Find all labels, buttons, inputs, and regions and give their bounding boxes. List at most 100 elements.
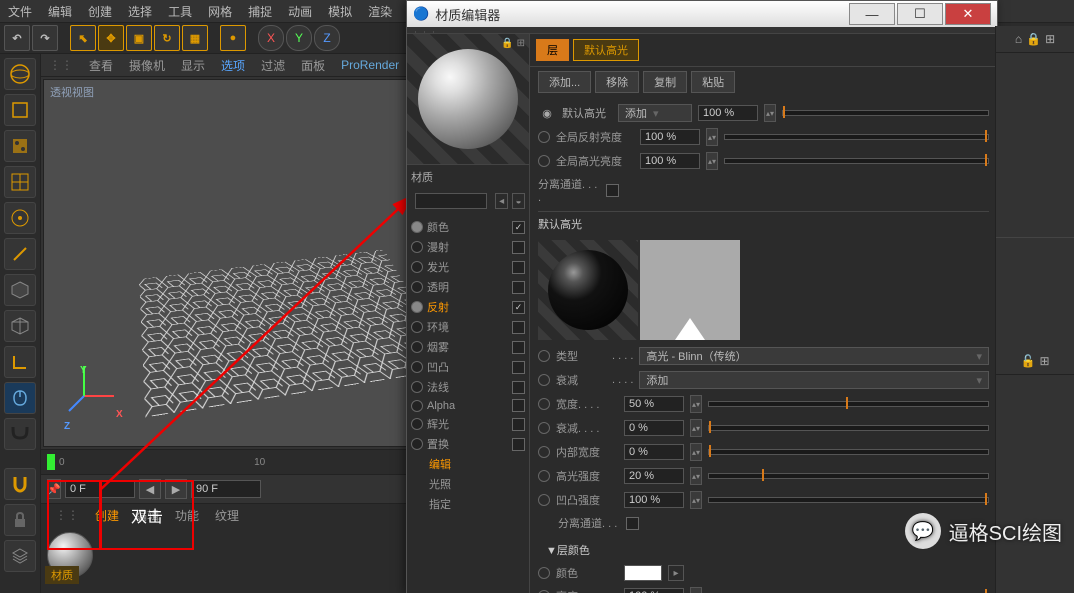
- action-paste[interactable]: 粘贴: [691, 71, 735, 93]
- channel-radio[interactable]: [411, 221, 423, 233]
- menu-select[interactable]: 选择: [120, 3, 160, 20]
- cube-wire-icon[interactable]: [4, 310, 36, 342]
- edge-icon[interactable]: [4, 238, 36, 270]
- cube-solid-icon[interactable]: [4, 274, 36, 306]
- material-preview[interactable]: 🔒 ⊞: [407, 34, 529, 165]
- channel-透明[interactable]: 透明: [407, 277, 529, 297]
- channel-checkbox[interactable]: [512, 361, 525, 374]
- separate-channel-checkbox[interactable]: [606, 184, 619, 197]
- param-radio[interactable]: [538, 470, 550, 482]
- panel-lock-icon-2[interactable]: 🔓: [1020, 354, 1035, 368]
- channel-checkbox[interactable]: [512, 321, 525, 334]
- layer-opacity-input[interactable]: 100 %: [698, 105, 758, 121]
- view-prorender[interactable]: ProRender: [333, 58, 407, 72]
- spinner-icon[interactable]: ▴▾: [690, 395, 702, 413]
- view-options[interactable]: 选项: [213, 57, 253, 74]
- param-slider[interactable]: [708, 425, 989, 431]
- action-add[interactable]: 添加...: [538, 71, 591, 93]
- param-value-input[interactable]: 20 %: [624, 468, 684, 484]
- spinner-icon[interactable]: ▴▾: [690, 587, 702, 593]
- pivot-tool[interactable]: ●: [220, 25, 246, 51]
- channel-发光[interactable]: 发光: [407, 257, 529, 277]
- channel-radio[interactable]: [411, 241, 423, 253]
- magnet-icon[interactable]: [4, 468, 36, 500]
- panel-home-icon[interactable]: ⌂: [1015, 32, 1022, 46]
- param-radio[interactable]: [538, 446, 550, 458]
- channel-radio[interactable]: [411, 261, 423, 273]
- atten-select[interactable]: 添加▾: [639, 371, 989, 389]
- param-radio[interactable]: [538, 422, 550, 434]
- scale-tool[interactable]: ▣: [126, 25, 152, 51]
- param-value-input[interactable]: 100 %: [624, 492, 684, 508]
- channel-checkbox[interactable]: [512, 241, 525, 254]
- axis-x-toggle[interactable]: X: [258, 25, 284, 51]
- edit-link-光照[interactable]: 光照: [429, 476, 525, 492]
- separate-channel-checkbox-2[interactable]: [626, 517, 639, 530]
- global-value-input[interactable]: 100 %: [640, 153, 700, 169]
- redo-button[interactable]: ↷: [32, 25, 58, 51]
- mat-tab-tex[interactable]: 纹理: [207, 507, 247, 524]
- layer-opacity-slider[interactable]: [782, 110, 989, 116]
- panel-lock-icon[interactable]: 🔒: [1026, 32, 1041, 46]
- material-name-input[interactable]: [415, 193, 487, 209]
- param-radio[interactable]: [538, 494, 550, 506]
- channel-颜色[interactable]: 颜色✓: [407, 217, 529, 237]
- param-slider[interactable]: [708, 473, 989, 479]
- layer-row[interactable]: ◉ 默认高光 添加 ▾ 100 % ▴▾: [538, 101, 989, 125]
- global-radio[interactable]: [538, 131, 550, 143]
- channel-烟雾[interactable]: 烟雾: [407, 337, 529, 357]
- maximize-button[interactable]: ☐: [897, 3, 943, 25]
- channel-radio[interactable]: [411, 381, 423, 393]
- channel-置换[interactable]: 置换: [407, 434, 529, 454]
- axis-icon[interactable]: [4, 346, 36, 378]
- rotate-tool[interactable]: ↻: [154, 25, 180, 51]
- grid-icon[interactable]: [4, 166, 36, 198]
- menu-anim[interactable]: 动画: [280, 3, 320, 20]
- channel-radio[interactable]: [411, 361, 423, 373]
- select-tool[interactable]: ⬉: [70, 25, 96, 51]
- menu-edit[interactable]: 编辑: [40, 3, 80, 20]
- close-button[interactable]: ✕: [945, 3, 991, 25]
- spinner-icon[interactable]: ▴▾: [690, 443, 702, 461]
- end-frame-input[interactable]: [191, 480, 261, 498]
- channel-Alpha[interactable]: Alpha: [407, 397, 529, 414]
- param-value-input[interactable]: 50 %: [624, 396, 684, 412]
- channel-法线[interactable]: 法线: [407, 377, 529, 397]
- rect-tool[interactable]: ▦: [182, 25, 208, 51]
- axis-z-toggle[interactable]: Z: [314, 25, 340, 51]
- view-filter[interactable]: 过滤: [253, 57, 293, 74]
- atten-radio[interactable]: [538, 374, 550, 386]
- tab-layer[interactable]: 层: [536, 39, 569, 61]
- menu-snap[interactable]: 捕捉: [240, 3, 280, 20]
- undo-button[interactable]: ↶: [4, 25, 30, 51]
- channel-checkbox[interactable]: [512, 418, 525, 431]
- spinner-icon[interactable]: ▴▾: [764, 104, 776, 122]
- menu-render[interactable]: 渲染: [360, 3, 400, 20]
- edit-link-指定[interactable]: 指定: [429, 496, 525, 512]
- spinner-icon[interactable]: ▴▾: [706, 128, 718, 146]
- channel-漫射[interactable]: 漫射: [407, 237, 529, 257]
- channel-环境[interactable]: 环境: [407, 317, 529, 337]
- channel-radio[interactable]: [411, 438, 423, 450]
- nav-left-icon[interactable]: ◂: [495, 193, 508, 209]
- global-value-input[interactable]: 100 %: [640, 129, 700, 145]
- param-value-input[interactable]: 0 %: [624, 420, 684, 436]
- view-camera[interactable]: 摄像机: [121, 57, 173, 74]
- lock-icon[interactable]: [4, 504, 36, 536]
- global-slider[interactable]: [724, 134, 989, 140]
- panel-more-icon[interactable]: ⊞: [1045, 32, 1055, 46]
- spinner-icon[interactable]: ▴▾: [706, 152, 718, 170]
- cube-model-icon[interactable]: [4, 94, 36, 126]
- menu-sim[interactable]: 模拟: [320, 3, 360, 20]
- color-radio[interactable]: [538, 567, 550, 579]
- global-radio[interactable]: [538, 155, 550, 167]
- point-icon[interactable]: [4, 202, 36, 234]
- param-value-input[interactable]: 0 %: [624, 444, 684, 460]
- channel-radio[interactable]: [411, 281, 423, 293]
- view-look[interactable]: 查看: [81, 57, 121, 74]
- tab-default-specular[interactable]: 默认高光: [573, 39, 639, 61]
- channel-凹凸[interactable]: 凹凸: [407, 357, 529, 377]
- color-swatch[interactable]: [624, 565, 662, 581]
- action-copy[interactable]: 复制: [643, 71, 687, 93]
- texture-icon[interactable]: [4, 130, 36, 162]
